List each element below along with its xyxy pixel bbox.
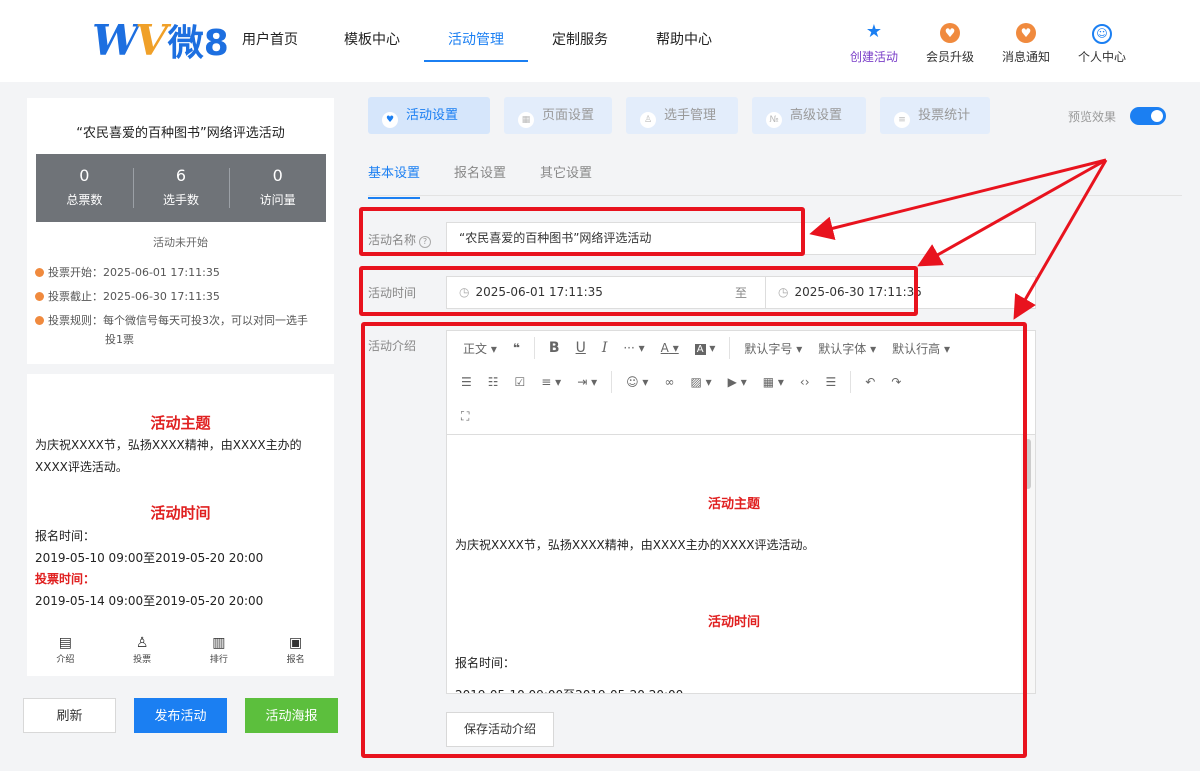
- preview-toggle-label: 预览效果: [1067, 110, 1116, 124]
- subtab-signup-settings[interactable]: 报名设置: [454, 162, 506, 199]
- person-icon: ♙: [640, 112, 657, 128]
- subtab-other-settings[interactable]: 其它设置: [540, 162, 592, 199]
- advanced-icon: №: [766, 112, 783, 128]
- tab-activity-settings[interactable]: ♥ 活动设置: [368, 97, 491, 134]
- preview-theme-text: 为庆祝XXXX节，弘扬XXXX精神，由XXXX主办的XXXX评选活动。: [35, 438, 302, 474]
- bottom-tab-signup[interactable]: ▣ 报名: [257, 630, 334, 676]
- create-activity-label: 创建活动: [849, 50, 898, 64]
- personal-center-label: 个人中心: [1077, 50, 1126, 64]
- nav-item-activity-management[interactable]: 活动管理: [424, 0, 528, 82]
- main-nav: 用户首页 模板中心 活动管理 定制服务 帮助中心: [220, 0, 736, 82]
- vote-rule-line-2: 投1票: [105, 333, 134, 346]
- tab-page-settings[interactable]: ▦ 页面设置: [504, 97, 613, 134]
- bottom-tab-ranking[interactable]: ▥ 排行: [181, 630, 258, 676]
- logo[interactable]: WV 微8: [92, 15, 229, 65]
- left-action-buttons: 刷新 发布活动 活动海报: [23, 698, 338, 733]
- preview-theme-heading: 活动主题: [150, 414, 211, 432]
- bottom-tab-intro[interactable]: ▤ 介绍: [27, 630, 104, 676]
- bullet-dot-icon: [35, 268, 44, 277]
- bell-badge-icon: ♥: [1016, 23, 1036, 43]
- activity-poster-button[interactable]: 活动海报: [245, 698, 338, 733]
- annotation-box-intro: [361, 322, 1027, 758]
- statistics-icon: ≡: [894, 112, 911, 128]
- activity-status: 活动未开始: [153, 236, 208, 249]
- bullet-dot-icon: [35, 316, 44, 325]
- member-upgrade-button[interactable]: ♥ 会员升级: [912, 20, 988, 65]
- vote-start-line: 投票开始：2025-06-01 17:11:35: [35, 264, 331, 282]
- tab-vote-statistics[interactable]: ≡ 投票统计: [880, 97, 991, 134]
- bottom-tab-vote[interactable]: ♙ 投票: [104, 630, 181, 676]
- bullet-dot-icon: [35, 292, 44, 301]
- annotation-box-name: [359, 207, 805, 256]
- settings-tabs: ♥ 活动设置 ▦ 页面设置 ♙ 选手管理 № 高级设置 ≡ 投票统计: [368, 97, 1004, 134]
- preview-signup-label: 报名时间：: [35, 529, 96, 543]
- ranking-icon: ▥: [212, 635, 226, 651]
- preview-toggle-switch[interactable]: [1130, 107, 1166, 125]
- preview-signup-range: 2019-05-10 09:00至2019-05-20 20:00: [35, 551, 264, 565]
- page-icon: ▦: [518, 112, 535, 128]
- sub-tabs: 基本设置 报名设置 其它设置: [368, 162, 626, 199]
- nav-item-home[interactable]: 用户首页: [220, 0, 320, 82]
- preview-summary-card: “农民喜爱的百种图书”网络评选活动 0 总票数 6 选手数 0 访问量 活动未开…: [27, 98, 334, 364]
- nav-item-help[interactable]: 帮助中心: [632, 0, 736, 82]
- nav-item-custom-service[interactable]: 定制服务: [528, 0, 632, 82]
- preview-time-heading: 活动时间: [150, 504, 211, 522]
- publish-activity-button[interactable]: 发布活动: [134, 698, 227, 733]
- create-activity-button[interactable]: ★ 创建活动: [836, 20, 912, 65]
- heart-icon: ♥: [382, 112, 398, 128]
- stats-bar: 0 总票数 6 选手数 0 访问量: [36, 154, 326, 222]
- top-icon-bar: ★ 创建活动 ♥ 会员升级 ♥ 消息通知 ☺ 个人中心: [836, 20, 1140, 65]
- subtab-basic-settings[interactable]: 基本设置: [368, 162, 421, 199]
- intro-icon: ▤: [58, 635, 72, 651]
- user-icon: ☺: [1092, 24, 1112, 44]
- preview-content-card: 活动主题 为庆祝XXXX节，弘扬XXXX精神，由XXXX主办的XXXX评选活动。…: [27, 374, 334, 630]
- preview-vote-range: 2019-05-14 09:00至2019-05-20 20:00: [35, 594, 264, 608]
- member-upgrade-label: 会员升级: [925, 50, 974, 64]
- notifications-label: 消息通知: [1001, 50, 1050, 64]
- sub-tabs-divider: [368, 195, 1182, 196]
- vip-badge-icon: ♥: [940, 23, 960, 43]
- vote-rule-line: 投票规则：每个微信号每天可投3次，可以对同一选手: [35, 312, 331, 330]
- person-icon: ♙: [135, 635, 149, 651]
- nav-item-templates[interactable]: 模板中心: [320, 0, 424, 82]
- notifications-button[interactable]: ♥ 消息通知: [988, 20, 1064, 65]
- personal-center-button[interactable]: ☺ 个人中心: [1064, 20, 1140, 65]
- vote-end-line: 投票截止：2025-06-30 17:11:35: [35, 288, 331, 306]
- refresh-button[interactable]: 刷新: [23, 698, 116, 733]
- stat-contestants: 6 选手数: [132, 154, 230, 222]
- tab-contestant-management[interactable]: ♙ 选手管理: [626, 97, 739, 134]
- stat-visits: 0 访问量: [229, 154, 326, 222]
- star-icon: ★: [865, 21, 883, 42]
- preview-activity-title: “农民喜爱的百种图书”网络评选活动: [76, 126, 285, 141]
- annotation-box-time: [359, 266, 918, 316]
- signup-icon: ▣: [289, 635, 303, 651]
- preview-bottom-tabs: ▤ 介绍 ♙ 投票 ▥ 排行 ▣ 报名: [27, 630, 334, 676]
- top-navigation-bar: WV 微8 用户首页 模板中心 活动管理 定制服务 帮助中心 ★ 创建活动 ♥ …: [0, 0, 1200, 82]
- logo-mark: WV: [92, 15, 168, 65]
- preview-vote-label: 投票时间：: [35, 572, 96, 586]
- stat-total-votes: 0 总票数: [66, 166, 103, 207]
- tab-advanced-settings[interactable]: № 高级设置: [752, 97, 867, 134]
